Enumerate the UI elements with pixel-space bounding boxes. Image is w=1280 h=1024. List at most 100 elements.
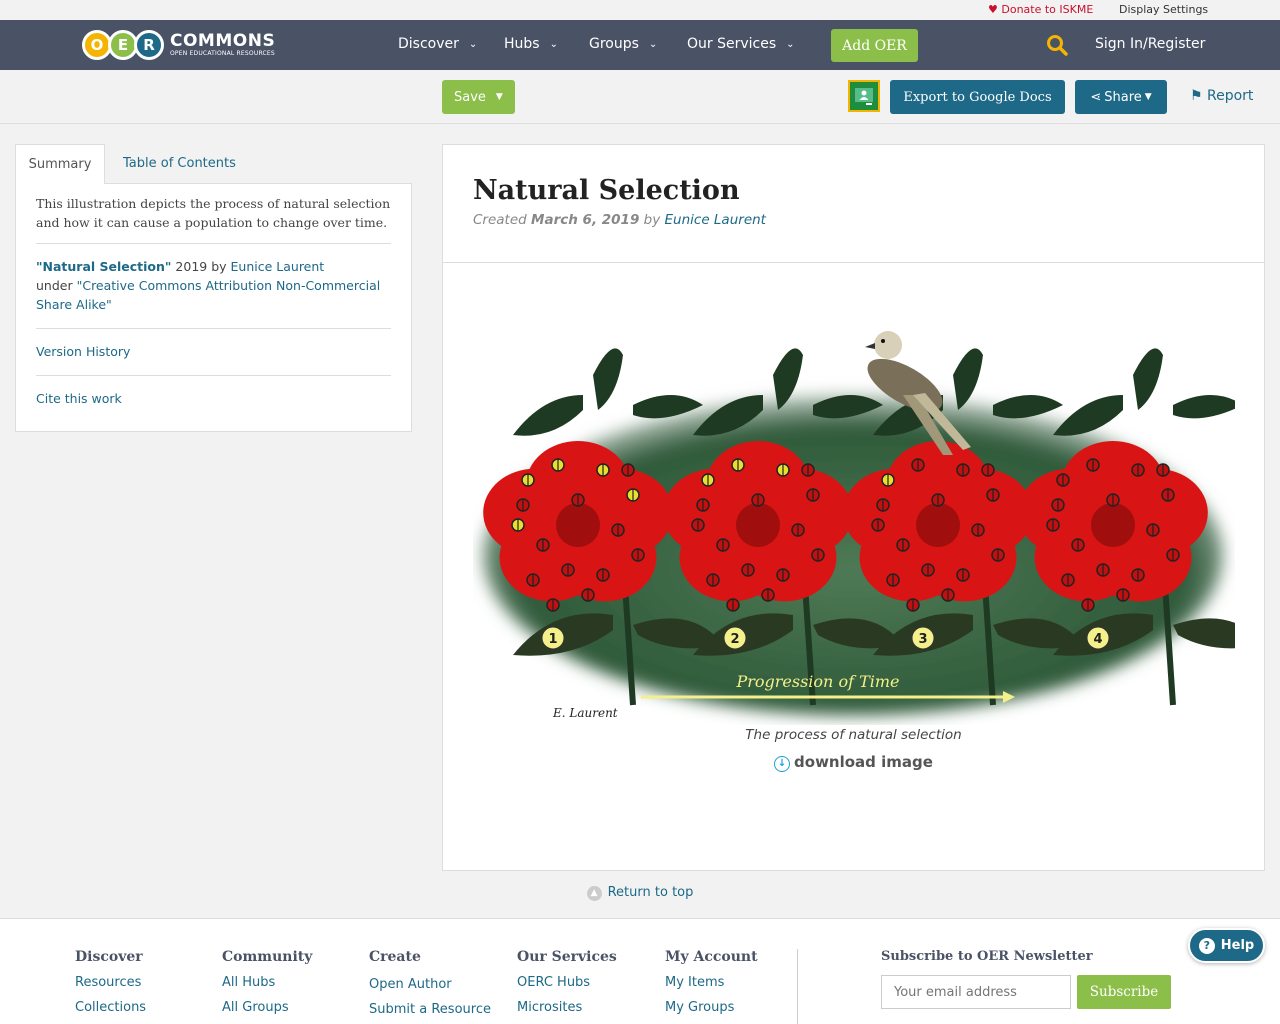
caret-down-icon: ▼ [1144, 92, 1152, 102]
chevron-down-icon: ⌄ [786, 39, 795, 50]
donate-link[interactable]: ♥ Donate to ISKME [988, 3, 1093, 16]
cite-work-link[interactable]: Cite this work [36, 376, 391, 422]
footer-link-resources[interactable]: Resources [75, 975, 146, 990]
beetle [751, 493, 765, 507]
stage-label: 3 [911, 626, 935, 650]
beetle [621, 463, 635, 477]
nav-our-services[interactable]: Our Services ⌄ [687, 36, 795, 52]
oer-commons-logo[interactable]: O E R COMMONS OPEN EDUCATIONAL RESOURCES [82, 26, 275, 64]
logo-letter-r: R [134, 30, 164, 60]
nav-groups[interactable]: Groups ⌄ [589, 36, 657, 52]
footer-link-collections[interactable]: Collections [75, 1000, 146, 1015]
footer-link-open-author[interactable]: Open Author [369, 977, 491, 992]
author-link[interactable]: Eunice Laurent [665, 212, 766, 228]
resource-toolbar: Save ▼ Export to Google Docs ⋖ Share ▼ ⚑ Re… [0, 70, 1280, 124]
footer-link-my-items[interactable]: My Items [665, 975, 758, 990]
help-button[interactable]: ? Help [1188, 928, 1265, 963]
beetle [1146, 523, 1160, 537]
nav-discover[interactable]: Discover ⌄ [398, 36, 477, 52]
beetle [511, 518, 525, 532]
save-button[interactable]: Save ▼ [442, 80, 515, 114]
footer-heading: Our Services [517, 949, 617, 965]
beetle [871, 518, 885, 532]
tab-summary[interactable]: Summary [15, 144, 105, 184]
beetle [776, 568, 790, 582]
summary-sidebar: Summary Table of Contents This illustrat… [15, 144, 412, 432]
beetle [906, 598, 920, 612]
beetle [956, 568, 970, 582]
footer-link-submit-resource[interactable]: Submit a Resource [369, 1002, 491, 1017]
subscribe-button[interactable]: Subscribe [1077, 975, 1171, 1009]
beetle [561, 563, 575, 577]
stage-label: 2 [723, 626, 747, 650]
page-title: Natural Selection [473, 175, 740, 206]
beetle [806, 488, 820, 502]
sign-in-link[interactable]: Sign In/Register [1095, 36, 1205, 52]
beetle [1046, 518, 1060, 532]
beetle [551, 458, 565, 472]
beetle [731, 458, 745, 472]
report-link[interactable]: ⚑ Report [1190, 88, 1253, 104]
chevron-down-icon: ⌄ [648, 39, 658, 50]
newsletter-email-field[interactable] [881, 975, 1071, 1009]
beetle [941, 588, 955, 602]
logo-name: COMMONS [170, 31, 276, 51]
resource-main: Natural Selection Created March 6, 2019 … [442, 144, 1265, 871]
summary-panel: This illustration depicts the process of… [15, 183, 412, 432]
beetle [706, 573, 720, 587]
share-button[interactable]: ⋖ Share ▼ [1075, 80, 1167, 114]
license-link[interactable]: "Creative Commons Attribution Non-Commer… [36, 278, 380, 312]
footer-heading: Community [222, 949, 313, 965]
chevron-down-icon: ⌄ [468, 39, 478, 50]
question-icon: ? [1198, 937, 1215, 954]
footer-heading: Discover [75, 949, 143, 965]
beetle [801, 463, 815, 477]
heart-icon: ♥ [988, 3, 998, 16]
beetle [971, 523, 985, 537]
flag-icon: ⚑ [1190, 88, 1203, 104]
beetle [1131, 463, 1145, 477]
footer-link-all-hubs[interactable]: All Hubs [222, 975, 312, 990]
resource-header: Natural Selection Created March 6, 2019 … [443, 145, 1264, 263]
resource-title-link[interactable]: "Natural Selection" [36, 259, 171, 274]
main-nav: O E R COMMONS OPEN EDUCATIONAL RESOURCES… [0, 20, 1280, 70]
author-link[interactable]: Eunice Laurent [231, 259, 325, 274]
created-date: March 6, 2019 [531, 212, 640, 228]
footer-col-create: Create Open Author Submit a Resource [369, 949, 491, 1017]
beetle [716, 538, 730, 552]
beetle [881, 473, 895, 487]
export-google-docs-button[interactable]: Export to Google Docs [890, 80, 1065, 114]
footer-col-our-services: Our Services OERC Hubs Microsites [517, 949, 617, 1015]
download-image-link[interactable]: ↓ download image [443, 753, 1264, 772]
arrow-up-icon: ▲ [586, 886, 602, 901]
search-icon[interactable] [1046, 34, 1068, 56]
beetle [776, 463, 790, 477]
beetle [691, 518, 705, 532]
beetle [1056, 473, 1070, 487]
footer-link-oerc-hubs[interactable]: OERC Hubs [517, 975, 617, 990]
beetle [581, 588, 595, 602]
resource-meta: Created March 6, 2019 by Eunice Laurent [473, 212, 766, 228]
newsletter-heading: Subscribe to OER Newsletter [881, 949, 1093, 964]
google-classroom-button[interactable] [848, 80, 880, 112]
footer-link-all-groups[interactable]: All Groups [222, 1000, 312, 1015]
version-history-link[interactable]: Version History [36, 329, 391, 376]
beetle [896, 538, 910, 552]
nav-hubs[interactable]: Hubs ⌄ [504, 36, 558, 52]
display-settings-link[interactable]: Display Settings [1119, 3, 1208, 16]
tab-table-of-contents[interactable]: Table of Contents [123, 156, 236, 171]
image-caption: The process of natural selection [745, 727, 962, 743]
footer-link-my-groups[interactable]: My Groups [665, 1000, 758, 1015]
beetle [696, 498, 710, 512]
beetle [536, 538, 550, 552]
add-oer-button[interactable]: Add OER [831, 29, 918, 62]
google-classroom-icon [850, 82, 878, 110]
return-to-top-link[interactable]: ▲ Return to top [0, 885, 1280, 901]
beetle [701, 473, 715, 487]
footer-link-microsites[interactable]: Microsites [517, 1000, 617, 1015]
beetle [1106, 493, 1120, 507]
beetle [1096, 563, 1110, 577]
beetle [1086, 458, 1100, 472]
beetle [741, 563, 755, 577]
beetle [1131, 568, 1145, 582]
